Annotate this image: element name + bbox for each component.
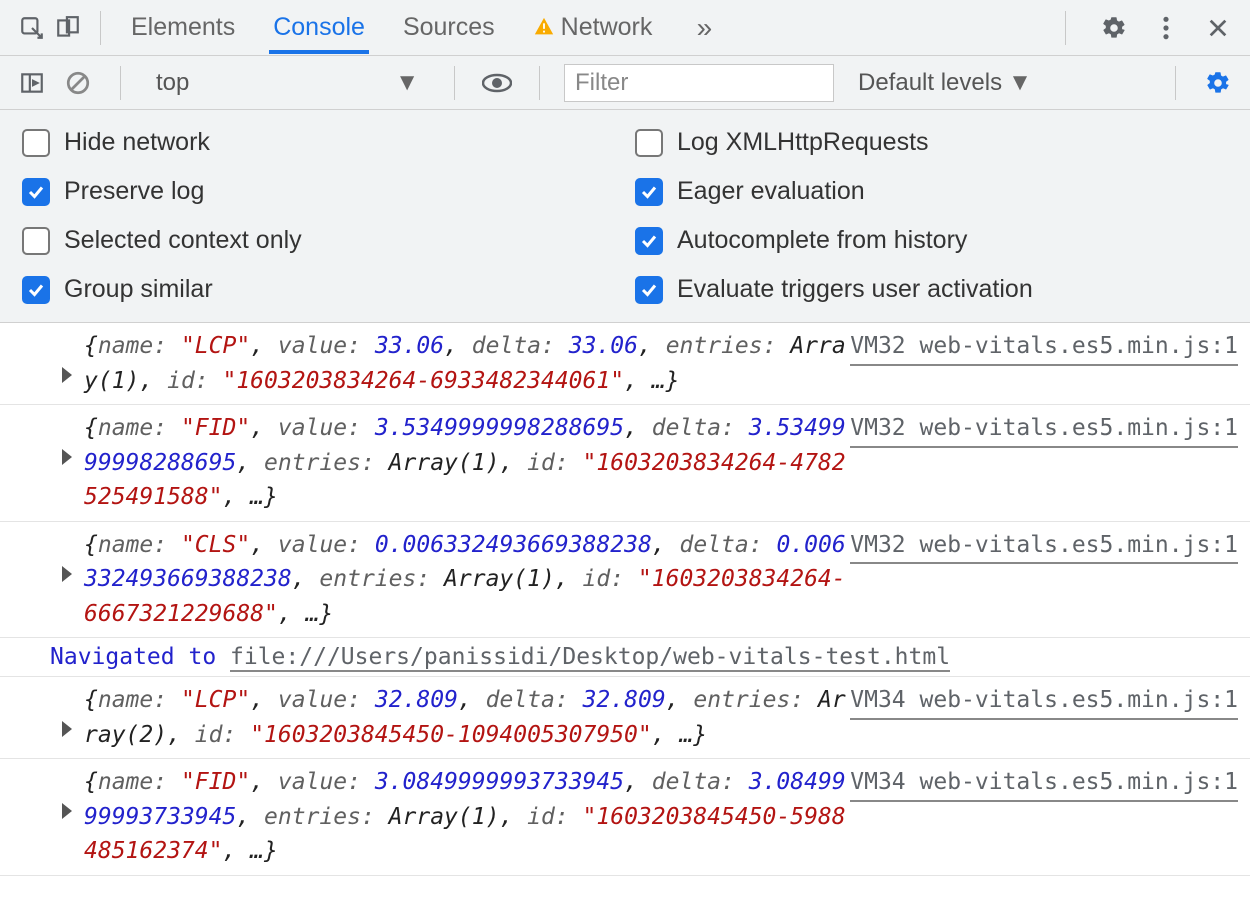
expand-arrow-icon[interactable] [62,721,72,737]
setting-label: Group similar [64,275,213,304]
setting-log-xhr[interactable]: Log XMLHttpRequests [635,128,1228,157]
console-log-entry: VM34 web-vitals.es5.min.js:1{name: "LCP"… [0,677,1250,759]
source-link[interactable]: VM32 web-vitals.es5.min.js:1 [850,528,1238,565]
setting-hide-network[interactable]: Hide network [22,128,615,157]
setting-group-similar[interactable]: Group similar [22,275,615,304]
filter-separator [120,66,121,100]
source-link[interactable]: VM32 web-vitals.es5.min.js:1 [850,329,1238,366]
panel-tabs: Elements Console Sources Network » [115,1,1051,54]
log-levels-selector[interactable]: Default levels ▼ [852,69,1038,97]
expand-arrow-icon[interactable] [62,566,72,582]
setting-label: Eager evaluation [677,177,865,206]
tab-elements[interactable]: Elements [127,1,239,54]
console-log-entry: VM32 web-vitals.es5.min.js:1{name: "FID"… [0,405,1250,522]
console-filter-bar: top ▼ Default levels ▼ [0,56,1250,110]
checkbox[interactable] [635,129,663,157]
devtools-toolbar: Elements Console Sources Network » [0,0,1250,56]
setting-label: Autocomplete from history [677,226,967,255]
filter-separator [1175,66,1176,100]
source-link[interactable]: VM34 web-vitals.es5.min.js:1 [850,683,1238,720]
tab-console[interactable]: Console [269,1,369,54]
checkbox[interactable] [635,227,663,255]
source-link[interactable]: VM34 web-vitals.es5.min.js:1 [850,765,1238,802]
checkbox[interactable] [22,227,50,255]
filter-input[interactable] [564,64,834,102]
settings-gear-icon[interactable] [1096,10,1132,46]
device-toggle-icon[interactable] [50,10,86,46]
expand-arrow-icon[interactable] [62,367,72,383]
setting-label: Log XMLHttpRequests [677,128,929,157]
more-tabs-icon[interactable]: » [686,10,722,46]
source-link[interactable]: VM32 web-vitals.es5.min.js:1 [850,411,1238,448]
setting-label: Selected context only [64,226,302,255]
filter-separator [454,66,455,100]
expand-arrow-icon[interactable] [62,449,72,465]
console-log-entry: VM32 web-vitals.es5.min.js:1{name: "CLS"… [0,522,1250,639]
kebab-menu-icon[interactable] [1148,10,1184,46]
toolbar-separator [1065,11,1066,45]
console-output: VM32 web-vitals.es5.min.js:1{name: "LCP"… [0,323,1250,876]
sidebar-toggle-icon[interactable] [14,65,50,101]
live-expression-icon[interactable] [479,65,515,101]
setting-autocomplete-history[interactable]: Autocomplete from history [635,226,1228,255]
setting-label: Evaluate triggers user activation [677,275,1033,304]
tab-network[interactable]: Network [529,1,657,54]
clear-console-icon[interactable] [60,65,96,101]
chevron-down-icon: ▼ [395,69,419,97]
expand-arrow-icon[interactable] [62,803,72,819]
context-selector[interactable]: top ▼ [145,64,430,102]
checkbox[interactable] [635,276,663,304]
setting-selected-context[interactable]: Selected context only [22,226,615,255]
close-icon[interactable] [1200,10,1236,46]
toolbar-separator [100,11,101,45]
inspect-icon[interactable] [14,10,50,46]
checkbox[interactable] [22,129,50,157]
checkbox[interactable] [635,178,663,206]
checkbox[interactable] [22,276,50,304]
filter-separator [539,66,540,100]
setting-preserve-log[interactable]: Preserve log [22,177,615,206]
chevron-down-icon: ▼ [1008,69,1032,97]
navigation-entry: Navigated to file:///Users/panissidi/Des… [0,638,1250,677]
nav-url-link[interactable]: file:///Users/panissidi/Desktop/web-vita… [230,644,950,672]
console-log-entry: VM32 web-vitals.es5.min.js:1{name: "LCP"… [0,323,1250,405]
tab-sources[interactable]: Sources [399,1,499,54]
nav-label: Navigated to [50,644,230,670]
setting-label: Preserve log [64,177,204,206]
setting-eager-eval[interactable]: Eager evaluation [635,177,1228,206]
setting-user-activation[interactable]: Evaluate triggers user activation [635,275,1228,304]
console-settings-gear-icon[interactable] [1200,65,1236,101]
checkbox[interactable] [22,178,50,206]
console-settings-panel: Hide network Preserve log Selected conte… [0,110,1250,323]
console-log-entry: VM34 web-vitals.es5.min.js:1{name: "FID"… [0,759,1250,876]
setting-label: Hide network [64,128,210,157]
